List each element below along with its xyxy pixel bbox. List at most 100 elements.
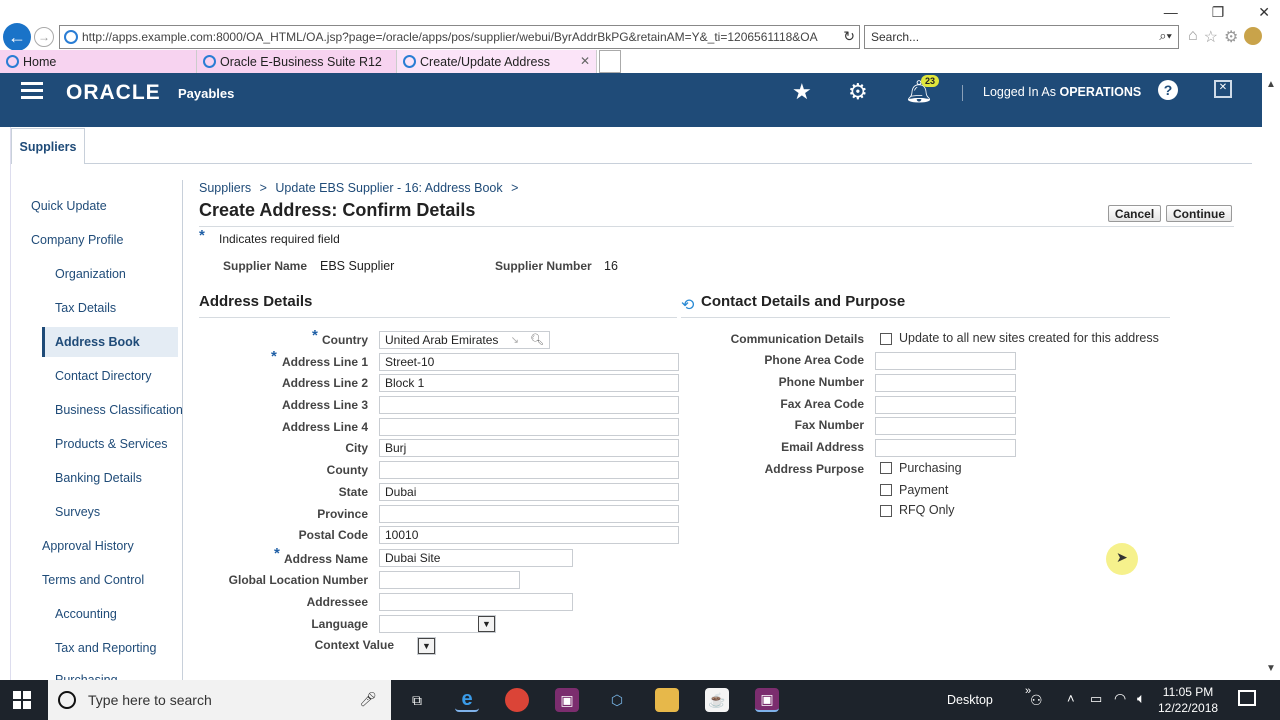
- virtualbox-icon[interactable]: ⬡: [605, 688, 629, 712]
- payment-checkbox[interactable]: [880, 484, 892, 496]
- home-icon[interactable]: ⌂: [1188, 27, 1198, 47]
- sidebar-item-surveys[interactable]: Surveys: [55, 505, 100, 519]
- sidebar-item-tax-details[interactable]: Tax Details: [55, 301, 116, 315]
- purchasing-checkbox[interactable]: [880, 462, 892, 474]
- close-tab-icon[interactable]: ✕: [580, 54, 590, 68]
- url-text[interactable]: http://apps.example.com:8000/OA_HTML/OA.…: [82, 30, 822, 44]
- address-line3-field[interactable]: [379, 396, 679, 414]
- sidebar-item-tax-and-reporting[interactable]: Tax and Reporting: [55, 641, 156, 655]
- file-explorer-icon[interactable]: [655, 688, 679, 712]
- cancel-button[interactable]: Cancel: [1108, 205, 1161, 222]
- update-all-sites-checkbox[interactable]: [880, 333, 892, 345]
- email-address-field[interactable]: [875, 439, 1016, 457]
- fax-number-field[interactable]: [875, 417, 1016, 435]
- sidebar-item-organization[interactable]: Organization: [55, 267, 126, 281]
- gear-icon[interactable]: ⚙: [848, 79, 868, 105]
- microphone-icon[interactable]: 🎤︎: [359, 691, 377, 708]
- language-select[interactable]: ▼: [379, 615, 496, 633]
- scroll-down-icon[interactable]: ▼: [1266, 663, 1276, 674]
- logged-in-user: OPERATIONS: [1059, 85, 1142, 99]
- rfq-only-checkbox[interactable]: [880, 505, 892, 517]
- contact-details-heading: Contact Details and Purpose: [701, 293, 906, 310]
- address-line1-field[interactable]: Street-10: [379, 353, 679, 371]
- sidebar-item-purchasing[interactable]: Purchasing: [55, 673, 118, 680]
- settings-icon[interactable]: ⚙: [1224, 27, 1238, 47]
- language-label: Language: [311, 617, 368, 631]
- supplier-name-label: Supplier Name: [223, 259, 308, 273]
- state-field[interactable]: Dubai: [379, 483, 679, 501]
- sidebar-item-banking-details[interactable]: Banking Details: [55, 471, 142, 485]
- taskbar-search-input[interactable]: Type here to search 🎤︎: [48, 680, 391, 720]
- app-icon[interactable]: ▣: [555, 688, 579, 712]
- menu-icon[interactable]: [21, 82, 43, 103]
- back-button[interactable]: ←: [3, 23, 31, 51]
- user-avatar-icon[interactable]: [1244, 27, 1263, 45]
- chevron-up-icon[interactable]: ˄: [1067, 691, 1075, 706]
- sidebar-item-contact-directory[interactable]: Contact Directory: [55, 369, 152, 383]
- browser-tab-ebs[interactable]: Oracle E-Business Suite R12: [197, 50, 397, 73]
- postal-code-field[interactable]: 10010: [379, 526, 679, 544]
- browser-tab-home[interactable]: Home: [0, 50, 197, 73]
- context-value-select[interactable]: ▼: [417, 637, 436, 655]
- breadcrumb-suppliers[interactable]: Suppliers: [199, 181, 251, 195]
- scroll-up-icon[interactable]: ▲: [1266, 79, 1276, 90]
- address-line4-field[interactable]: [379, 418, 679, 436]
- county-field[interactable]: [379, 461, 679, 479]
- battery-icon[interactable]: ▭: [1090, 691, 1102, 707]
- tab-suppliers[interactable]: Suppliers: [11, 128, 85, 164]
- ie-icon: [403, 55, 416, 68]
- phone-number-field[interactable]: [875, 374, 1016, 392]
- gln-field[interactable]: [379, 571, 520, 589]
- task-view-icon[interactable]: ⧉: [405, 688, 429, 712]
- refresh-icon[interactable]: ⟲: [681, 295, 694, 315]
- sidebar-item-terms-and-control[interactable]: Terms and Control: [42, 573, 144, 587]
- search-icon[interactable]: ⌕▾: [1159, 28, 1172, 44]
- minimize-icon[interactable]: —: [1164, 4, 1178, 21]
- province-field[interactable]: [379, 505, 679, 523]
- sidebar-item-approval-history[interactable]: Approval History: [42, 539, 134, 553]
- help-icon[interactable]: ?: [1158, 80, 1178, 100]
- city-field[interactable]: Burj: [379, 439, 679, 457]
- address-bar[interactable]: http://apps.example.com:8000/OA_HTML/OA.…: [59, 25, 860, 49]
- system-clock[interactable]: 11:05 PM 12/22/2018: [1158, 684, 1218, 716]
- country-field[interactable]: United Arab Emirates ↘ 🔍︎: [379, 331, 550, 349]
- addressee-field[interactable]: [379, 593, 573, 611]
- sidebar-item-products-services[interactable]: Products & Services: [55, 437, 168, 451]
- windows-start-icon[interactable]: [13, 691, 31, 709]
- app-icon-2[interactable]: ▣: [755, 688, 779, 712]
- logout-icon[interactable]: ✕: [1214, 80, 1232, 98]
- fax-area-code-field[interactable]: [875, 396, 1016, 414]
- new-tab-button[interactable]: [599, 50, 621, 73]
- sidebar-item-accounting[interactable]: Accounting: [55, 607, 117, 621]
- browser-tab-create-address[interactable]: Create/Update Address ✕: [397, 50, 597, 73]
- volume-icon[interactable]: 🔈︎: [1137, 690, 1145, 707]
- internet-explorer-icon[interactable]: e: [455, 688, 479, 712]
- sidebar-item-quick-update[interactable]: Quick Update: [31, 199, 107, 213]
- refresh-icon[interactable]: ↻: [843, 28, 855, 45]
- favorites-icon[interactable]: ☆: [1204, 27, 1218, 47]
- close-icon[interactable]: ✕: [1258, 4, 1270, 21]
- chrome-icon[interactable]: [505, 688, 529, 712]
- restore-icon[interactable]: ❐: [1212, 4, 1225, 21]
- chevron-down-icon[interactable]: ▼: [418, 638, 435, 654]
- desktop-label[interactable]: Desktop: [947, 693, 993, 707]
- breadcrumb-update-supplier[interactable]: Update EBS Supplier - 16: Address Book: [275, 181, 502, 195]
- people-icon[interactable]: ⚇: [1030, 692, 1043, 709]
- address-line2-field[interactable]: Block 1: [379, 374, 679, 392]
- phone-area-code-field[interactable]: [875, 352, 1016, 370]
- sidebar-item-address-book[interactable]: Address Book: [42, 327, 178, 357]
- forward-button[interactable]: →: [34, 27, 54, 47]
- notifications-icon[interactable]: [1238, 690, 1256, 706]
- star-icon[interactable]: ★: [792, 79, 812, 105]
- sidebar-item-company-profile[interactable]: Company Profile: [31, 233, 123, 247]
- page-scrollbar[interactable]: ▲ ▼: [1262, 73, 1280, 680]
- wifi-icon[interactable]: ◠: [1114, 690, 1126, 707]
- search-icon[interactable]: 🔍︎: [530, 332, 544, 348]
- continue-button[interactable]: Continue: [1166, 205, 1232, 222]
- java-icon[interactable]: ☕: [705, 688, 729, 712]
- address-name-field[interactable]: Dubai Site: [379, 549, 573, 567]
- browser-search-input[interactable]: Search... ⌕▾: [864, 25, 1179, 49]
- chevron-down-icon[interactable]: ▼: [478, 616, 495, 632]
- clear-icon[interactable]: ↘: [511, 333, 519, 348]
- sidebar-item-business-classification[interactable]: Business Classification: [55, 403, 183, 417]
